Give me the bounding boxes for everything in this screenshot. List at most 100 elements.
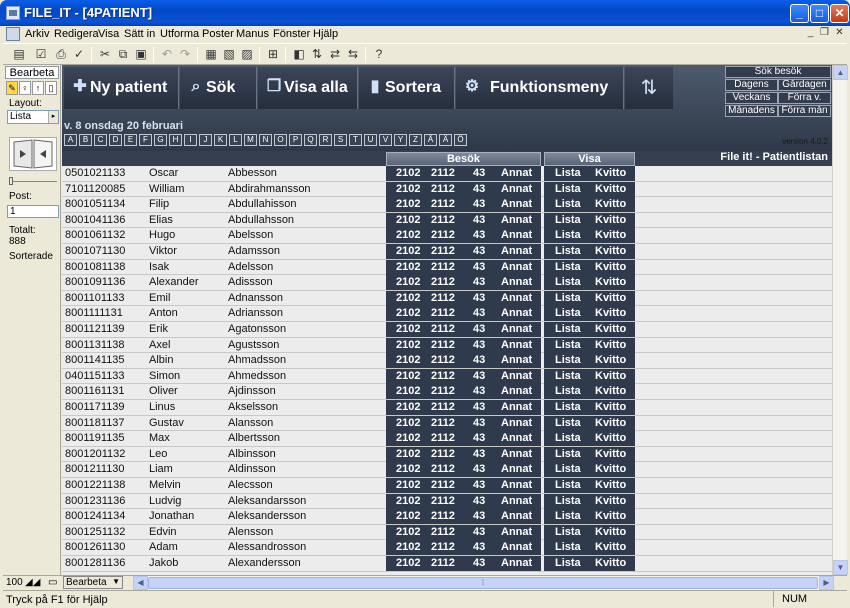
mdi-close-button[interactable]: ✕ xyxy=(832,27,847,41)
visit-code-2112-button[interactable]: 2112 xyxy=(431,292,455,304)
layout-icon[interactable]: ◧ xyxy=(291,47,307,62)
visit-code-43-button[interactable]: 43 xyxy=(473,401,485,413)
alphabet-letter[interactable]: Z xyxy=(409,134,422,146)
visit-other-button[interactable]: Annat xyxy=(501,385,532,397)
this-month-button[interactable]: Månadens xyxy=(725,105,778,117)
visit-code-2112-button[interactable]: 2112 xyxy=(431,370,455,382)
visit-code-2112-button[interactable]: 2112 xyxy=(431,183,455,195)
visit-other-button[interactable]: Annat xyxy=(501,417,532,429)
spellcheck-icon[interactable]: ✓ xyxy=(71,47,87,62)
visit-other-button[interactable]: Annat xyxy=(501,167,532,179)
pin-icon[interactable]: ♀ xyxy=(19,81,31,95)
document-icon[interactable] xyxy=(6,27,20,41)
visit-other-button[interactable]: Annat xyxy=(501,370,532,382)
show-list-button[interactable]: Lista xyxy=(555,510,581,522)
visit-code-2102-button[interactable]: 2102 xyxy=(396,292,420,304)
show-list-button[interactable]: Lista xyxy=(555,526,581,538)
table-row[interactable]: 8001121139 Erik Agatonsson 2102 2112 43 Annat L… xyxy=(62,322,832,338)
zoom-controls-icon[interactable]: ◢◢ xyxy=(25,577,40,588)
show-list-button[interactable]: Lista xyxy=(555,385,581,397)
visit-other-button[interactable]: Annat xyxy=(501,510,532,522)
show-receipt-button[interactable]: Kvitto xyxy=(595,385,626,397)
alphabet-letter[interactable]: L xyxy=(229,134,242,146)
paste-icon[interactable]: ▣ xyxy=(133,47,149,62)
last-month-button[interactable]: Förra mån xyxy=(778,105,831,117)
show-list-button[interactable]: Lista xyxy=(555,448,581,460)
show-list-button[interactable]: Lista xyxy=(555,401,581,413)
record-slider[interactable] xyxy=(9,177,57,185)
show-list-button[interactable]: Lista xyxy=(555,417,581,429)
show-list-button[interactable]: Lista xyxy=(555,541,581,553)
menu-hjalp[interactable]: Hjälp xyxy=(313,28,338,40)
alphabet-letter[interactable]: O xyxy=(274,134,287,146)
alphabet-letter[interactable]: N xyxy=(259,134,272,146)
show-receipt-button[interactable]: Kvitto xyxy=(595,463,626,475)
visit-code-43-button[interactable]: 43 xyxy=(473,510,485,522)
visit-code-2112-button[interactable]: 2112 xyxy=(431,479,455,491)
show-receipt-button[interactable]: Kvitto xyxy=(595,417,626,429)
visit-code-43-button[interactable]: 43 xyxy=(473,495,485,507)
show-receipt-button[interactable]: Kvitto xyxy=(595,214,626,226)
visit-other-button[interactable]: Annat xyxy=(501,526,532,538)
mdi-minimize-button[interactable]: _ xyxy=(803,27,818,41)
show-receipt-button[interactable]: Kvitto xyxy=(595,401,626,413)
visit-code-2112-button[interactable]: 2112 xyxy=(431,354,455,366)
alphabet-letter[interactable]: M xyxy=(244,134,257,146)
scroll-left-icon[interactable]: ◀ xyxy=(133,576,148,590)
show-receipt-button[interactable]: Kvitto xyxy=(595,167,626,179)
visit-other-button[interactable]: Annat xyxy=(501,292,532,304)
delete-record-icon[interactable]: ▨ xyxy=(239,47,255,62)
alphabet-letter[interactable]: F xyxy=(139,134,152,146)
show-all-button[interactable]: ❐ Visa alla xyxy=(258,67,358,109)
table-row[interactable]: 8001041136 Elias Abdullahsson 2102 2112 43 Ann… xyxy=(62,212,832,229)
visit-code-2102-button[interactable]: 2102 xyxy=(396,370,420,382)
table-row[interactable]: 8001091136 Alexander Adissson 2102 2112 43 Ann… xyxy=(62,275,832,291)
navigate-records-button[interactable]: ⇅ xyxy=(625,67,673,109)
alphabet-letter[interactable]: T xyxy=(349,134,362,146)
visit-code-43-button[interactable]: 43 xyxy=(473,307,485,319)
show-list-button[interactable]: Lista xyxy=(555,307,581,319)
visit-code-2112-button[interactable]: 2112 xyxy=(431,245,455,257)
visit-code-2112-button[interactable]: 2112 xyxy=(431,495,455,507)
show-receipt-button[interactable]: Kvitto xyxy=(595,354,626,366)
menu-visa[interactable]: Visa xyxy=(98,28,119,40)
show-list-button[interactable]: Lista xyxy=(555,167,581,179)
visit-other-button[interactable]: Annat xyxy=(501,261,532,273)
visit-other-button[interactable]: Annat xyxy=(501,276,532,288)
mode-tab[interactable]: Bearbeta xyxy=(5,66,59,79)
visit-code-2102-button[interactable]: 2102 xyxy=(396,245,420,257)
table-row[interactable]: 8001171139 Linus Akselsson 2102 2112 43 Annat L… xyxy=(62,400,832,416)
table-row[interactable]: 0501021133 Oscar Abbesson 2102 2112 43 Annat Li… xyxy=(62,166,832,182)
table-row[interactable]: 8001061132 Hugo Abelsson 2102 2112 43 Annat Lis… xyxy=(62,228,832,244)
table-row[interactable]: 7101120085 William Abdirahmansson 2102 2112 4… xyxy=(62,181,832,198)
visit-code-2102-button[interactable]: 2102 xyxy=(396,307,420,319)
redo-icon[interactable]: ↷ xyxy=(177,47,193,62)
show-receipt-button[interactable]: Kvitto xyxy=(595,526,626,538)
menu-fonster[interactable]: Fönster xyxy=(273,28,310,40)
visit-code-2112-button[interactable]: 2112 xyxy=(431,323,455,335)
menu-manus[interactable]: Manus xyxy=(236,28,269,40)
visit-code-43-button[interactable]: 43 xyxy=(473,214,485,226)
show-receipt-button[interactable]: Kvitto xyxy=(595,448,626,460)
table-row[interactable]: 8001201132 Leo Albinsson 2102 2112 43 Annat Lis… xyxy=(62,446,832,463)
table-row[interactable]: 8001071130 Viktor Adamsson 2102 2112 43 Annat L… xyxy=(62,244,832,260)
visit-code-2102-button[interactable]: 2102 xyxy=(396,432,420,444)
show-receipt-button[interactable]: Kvitto xyxy=(595,292,626,304)
visit-code-2102-button[interactable]: 2102 xyxy=(396,214,420,226)
visit-code-43-button[interactable]: 43 xyxy=(473,339,485,351)
menu-satt-in[interactable]: Sätt in xyxy=(124,28,155,40)
new-record-icon[interactable]: ▦ xyxy=(203,47,219,62)
visit-code-43-button[interactable]: 43 xyxy=(473,323,485,335)
visit-code-43-button[interactable]: 43 xyxy=(473,526,485,538)
alphabet-letter[interactable]: K xyxy=(214,134,227,146)
visit-code-2112-button[interactable]: 2112 xyxy=(431,276,455,288)
show-list-button[interactable]: Lista xyxy=(555,276,581,288)
table-row[interactable]: 8001231136 Ludvig Aleksandarsson 2102 2112 43… xyxy=(62,493,832,510)
visit-code-43-button[interactable]: 43 xyxy=(473,448,485,460)
import-icon[interactable]: ⇄ xyxy=(327,47,343,62)
visit-code-2112-button[interactable]: 2112 xyxy=(431,510,455,522)
show-list-button[interactable]: Lista xyxy=(555,292,581,304)
pointer-icon[interactable]: ↑ xyxy=(32,81,44,95)
undo-icon[interactable]: ↶ xyxy=(159,47,175,62)
visit-code-2112-button[interactable]: 2112 xyxy=(431,307,455,319)
